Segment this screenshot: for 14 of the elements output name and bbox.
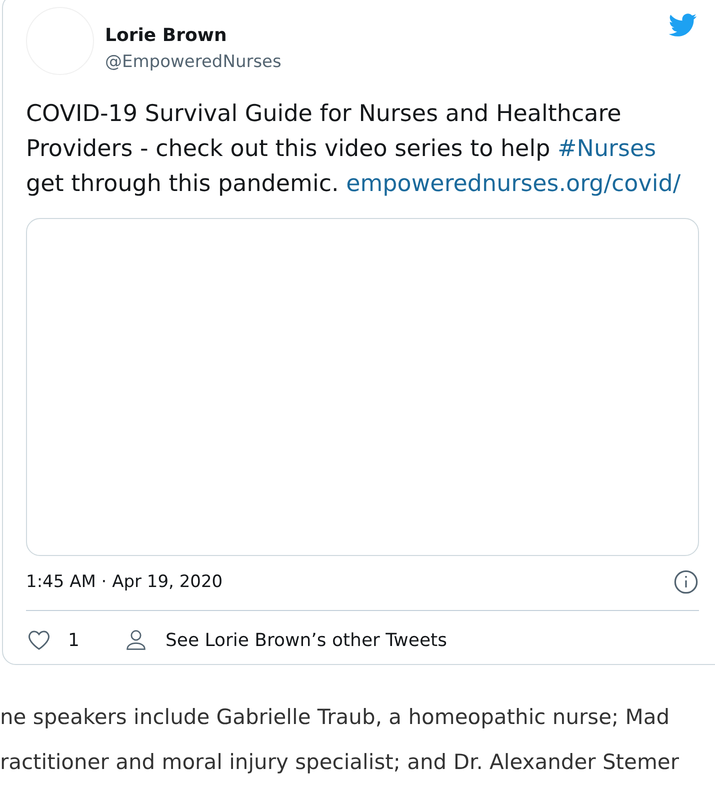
info-icon[interactable] — [673, 569, 699, 595]
tweet-link[interactable]: #Nurses — [558, 136, 656, 162]
tweet-text: COVID-19 Survival Guide for Nurses and Healthcare Providers - check out this video series to help #Nurses get through this pandemic. empowerednurses.org/covid/ — [26, 100, 682, 199]
heart-icon — [26, 628, 52, 652]
tweet-link[interactable]: empowerednurses.org/covid/ — [346, 171, 681, 197]
bird-icon[interactable] — [667, 11, 699, 39]
like-button[interactable]: 1 — [26, 626, 80, 654]
article-text: ractitioner and moral injury specialist; and Dr. Alexander Stemer — [0, 749, 680, 776]
author-handle[interactable]: @EmpoweredNurses — [105, 47, 282, 77]
author-name[interactable]: Lorie Brown — [105, 25, 282, 47]
person-icon — [125, 627, 148, 653]
profile-link[interactable]: See Lorie Brown’s other Tweets — [125, 626, 447, 654]
article-text: ne speakers include Gabrielle Traub, a homeopathic nurse; Mad — [0, 704, 671, 731]
tweet-timestamp[interactable]: 1:45 AM · Apr 19, 2020 — [26, 568, 223, 596]
